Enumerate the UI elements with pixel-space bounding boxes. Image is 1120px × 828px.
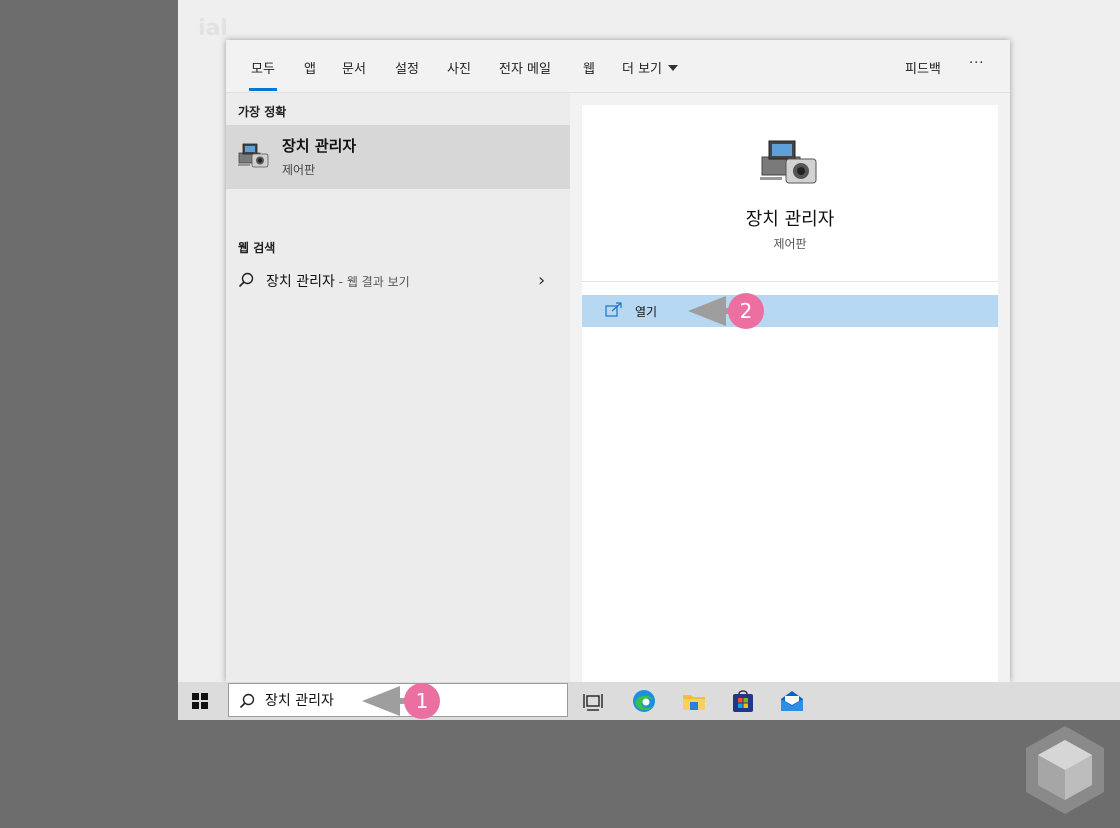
tab-documents[interactable]: 문서 bbox=[342, 58, 366, 77]
best-match-heading: 가장 정확 bbox=[238, 105, 287, 119]
tab-photos[interactable]: 사진 bbox=[447, 58, 471, 77]
more-options-button[interactable]: ··· bbox=[969, 56, 984, 71]
search-filter-tabs: 모두 앱 문서 설정 사진 전자 메일 웹 더 보기 피드백 ··· bbox=[226, 40, 1010, 93]
tab-more-label: 더 보기 bbox=[622, 62, 663, 77]
web-search-heading: 웹 검색 bbox=[238, 241, 276, 255]
detail-divider bbox=[582, 281, 998, 282]
best-match-title: 장치 관리자 bbox=[282, 137, 357, 155]
store-icon[interactable] bbox=[730, 688, 756, 714]
web-search-suffix: - 웹 결과 보기 bbox=[334, 275, 410, 289]
results-list: 가장 정확 장치 관리자 제어판 웹 검색 장치 관리자 - 웹 결과 보기 › bbox=[226, 93, 570, 682]
tab-email[interactable]: 전자 메일 bbox=[499, 58, 551, 77]
device-manager-large-icon bbox=[760, 140, 817, 184]
detail-subtitle: 제어판 bbox=[773, 237, 807, 251]
tab-more[interactable]: 더 보기 bbox=[622, 58, 679, 77]
callout-badge-1: 1 bbox=[404, 683, 440, 719]
detail-pane: 장치 관리자 제어판 열기 bbox=[582, 105, 998, 682]
feedback-button[interactable]: 피드백 bbox=[905, 58, 941, 77]
file-explorer-icon[interactable] bbox=[681, 688, 707, 714]
web-search-label: 장치 관리자 - 웹 결과 보기 bbox=[266, 271, 410, 291]
callout-arrow-icon bbox=[688, 296, 732, 326]
tab-settings[interactable]: 설정 bbox=[395, 58, 419, 77]
open-label: 열기 bbox=[635, 305, 658, 319]
chevron-right-icon: › bbox=[538, 270, 546, 291]
mail-icon[interactable] bbox=[779, 688, 805, 714]
best-match-result[interactable]: 장치 관리자 제어판 bbox=[226, 125, 570, 189]
tab-apps[interactable]: 앱 bbox=[304, 58, 316, 77]
tab-all[interactable]: 모두 bbox=[249, 58, 277, 91]
detail-title: 장치 관리자 bbox=[745, 209, 835, 230]
open-action[interactable]: 열기 bbox=[582, 295, 998, 327]
open-external-icon bbox=[605, 302, 622, 317]
web-search-result[interactable]: 장치 관리자 - 웹 결과 보기 › bbox=[226, 263, 570, 297]
background-faded-text: ial bbox=[198, 16, 228, 41]
web-search-query: 장치 관리자 bbox=[266, 274, 335, 290]
edge-icon[interactable] bbox=[631, 688, 657, 714]
device-manager-icon bbox=[238, 143, 269, 168]
callout-arrow-icon bbox=[362, 686, 406, 716]
task-view-icon[interactable] bbox=[582, 690, 604, 712]
caret-down-icon bbox=[668, 65, 679, 71]
callout-badge-2: 2 bbox=[728, 293, 764, 329]
search-icon bbox=[238, 272, 254, 288]
tab-web[interactable]: 웹 bbox=[583, 58, 595, 77]
taskbar bbox=[178, 682, 1120, 720]
best-match-subtitle: 제어판 bbox=[282, 163, 316, 177]
search-panel: 모두 앱 문서 설정 사진 전자 메일 웹 더 보기 피드백 ··· 가장 정확… bbox=[226, 40, 1010, 682]
cube-logo-icon bbox=[1026, 726, 1104, 814]
search-icon bbox=[239, 693, 255, 709]
windows-start-icon[interactable] bbox=[191, 692, 209, 710]
